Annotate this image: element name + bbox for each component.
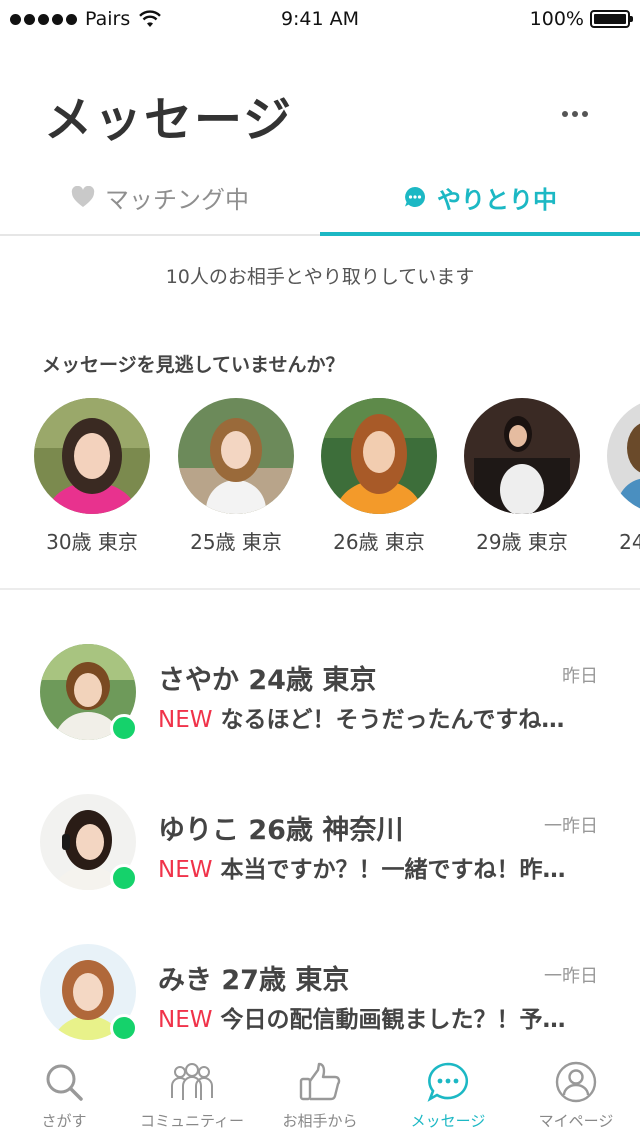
message-sender-name: みき 27歳 東京 <box>158 965 350 996</box>
tab-matching[interactable]: マッチング中 <box>0 160 320 234</box>
online-status-indicator <box>110 1014 138 1042</box>
missed-profile-card[interactable]: 24歳 東京 <box>605 398 640 555</box>
message-date: 一昨日 <box>544 966 598 987</box>
missed-profile-label: 30歳 東京 <box>46 530 138 554</box>
tab-chatting-label: やりとり中 <box>437 185 557 214</box>
avatar <box>321 398 437 514</box>
message-preview: NEW なるほど！そうだったんですね… <box>158 700 598 734</box>
missed-profile-label: 25歳 東京 <box>190 530 282 554</box>
nav-search[interactable]: さがす <box>0 1046 128 1136</box>
nav-likes-from[interactable]: お相手から <box>256 1046 384 1136</box>
message-preview: NEW 本当ですか？！一緒ですね！昨… <box>158 850 598 884</box>
nav-messages[interactable]: メッセージ <box>384 1046 512 1136</box>
profile-icon <box>555 1060 597 1104</box>
chat-bubble-icon <box>403 185 427 209</box>
more-dots-icon <box>562 111 568 117</box>
page-title: メッセージ <box>44 92 294 148</box>
nav-community[interactable]: コミュニティー <box>128 1046 256 1136</box>
nav-likes-from-label: お相手から <box>282 1112 358 1130</box>
message-sender-name: ゆりこ 26歳 神奈川 <box>158 815 404 846</box>
new-badge: NEW <box>158 857 213 883</box>
missed-profile-card[interactable]: 30歳 東京 <box>32 398 152 555</box>
search-icon <box>44 1060 84 1104</box>
message-preview-text: なるほど！そうだったんですね… <box>220 707 565 733</box>
missed-profile-card[interactable]: 29歳 東京 <box>462 398 582 555</box>
message-date: 昨日 <box>562 666 598 687</box>
nav-search-label: さがす <box>41 1112 87 1130</box>
message-list-item[interactable]: みき 27歳 東京 一昨日 NEW 今日の配信動画観ました？！予… <box>0 944 640 1054</box>
new-badge: NEW <box>158 707 213 733</box>
conversation-count: 10人のお相手とやり取りしています <box>165 266 475 288</box>
avatar <box>607 398 640 514</box>
new-badge: NEW <box>158 1007 213 1033</box>
bottom-navigation: さがす コミュニティー お相手から メッセージ マイページ <box>0 1046 640 1136</box>
nav-my-page[interactable]: マイページ <box>512 1046 640 1136</box>
message-list-item[interactable]: ゆりこ 26歳 神奈川 一昨日 NEW 本当ですか？！一緒ですね！昨… <box>0 794 640 904</box>
message-sender-name: さやか 24歳 東京 <box>158 665 377 696</box>
battery-icon <box>590 10 633 28</box>
avatar <box>464 398 580 514</box>
section-divider <box>0 588 640 590</box>
heart-icon <box>71 186 95 208</box>
message-date: 一昨日 <box>544 816 598 837</box>
tab-matching-label: マッチング中 <box>105 185 249 214</box>
message-list-item[interactable]: さやか 24歳 東京 昨日 NEW なるほど！そうだったんですね… <box>0 644 640 754</box>
avatar <box>178 398 294 514</box>
message-preview-text: 本当ですか？！一緒ですね！昨… <box>220 857 566 883</box>
message-preview: NEW 今日の配信動画観ました？！予… <box>158 1000 598 1034</box>
missed-profile-card[interactable]: 25歳 東京 <box>176 398 296 555</box>
avatar <box>34 398 150 514</box>
nav-my-page-label: マイページ <box>538 1112 614 1130</box>
online-status-indicator <box>110 714 138 742</box>
online-status-indicator <box>110 864 138 892</box>
message-bubble-icon <box>427 1060 469 1104</box>
missed-profile-card[interactable]: 26歳 東京 <box>319 398 439 555</box>
status-bar: Pairs 9:41 AM 100% <box>0 0 640 40</box>
community-icon <box>169 1060 215 1104</box>
nav-messages-label: メッセージ <box>410 1112 486 1130</box>
missed-section-title: メッセージを見逃していませんか？ <box>42 354 345 376</box>
battery-percentage: 100% <box>529 8 584 30</box>
missed-profiles-carousel[interactable]: 30歳 東京 25歳 東京 26歳 東京 29歳 東京 24 <box>0 398 640 558</box>
missed-profile-label: 29歳 東京 <box>476 530 568 554</box>
more-options-button[interactable] <box>560 104 590 124</box>
message-preview-text: 今日の配信動画観ました？！予… <box>220 1007 566 1033</box>
tab-chatting[interactable]: やりとり中 <box>320 160 640 236</box>
missed-profile-label: 26歳 東京 <box>333 530 425 554</box>
thumbs-up-icon <box>298 1060 342 1104</box>
message-tabs: マッチング中 やりとり中 <box>0 160 640 236</box>
nav-community-label: コミュニティー <box>139 1112 245 1130</box>
missed-profile-label: 24歳 東京 <box>619 530 640 554</box>
status-right: 100% <box>529 8 633 30</box>
